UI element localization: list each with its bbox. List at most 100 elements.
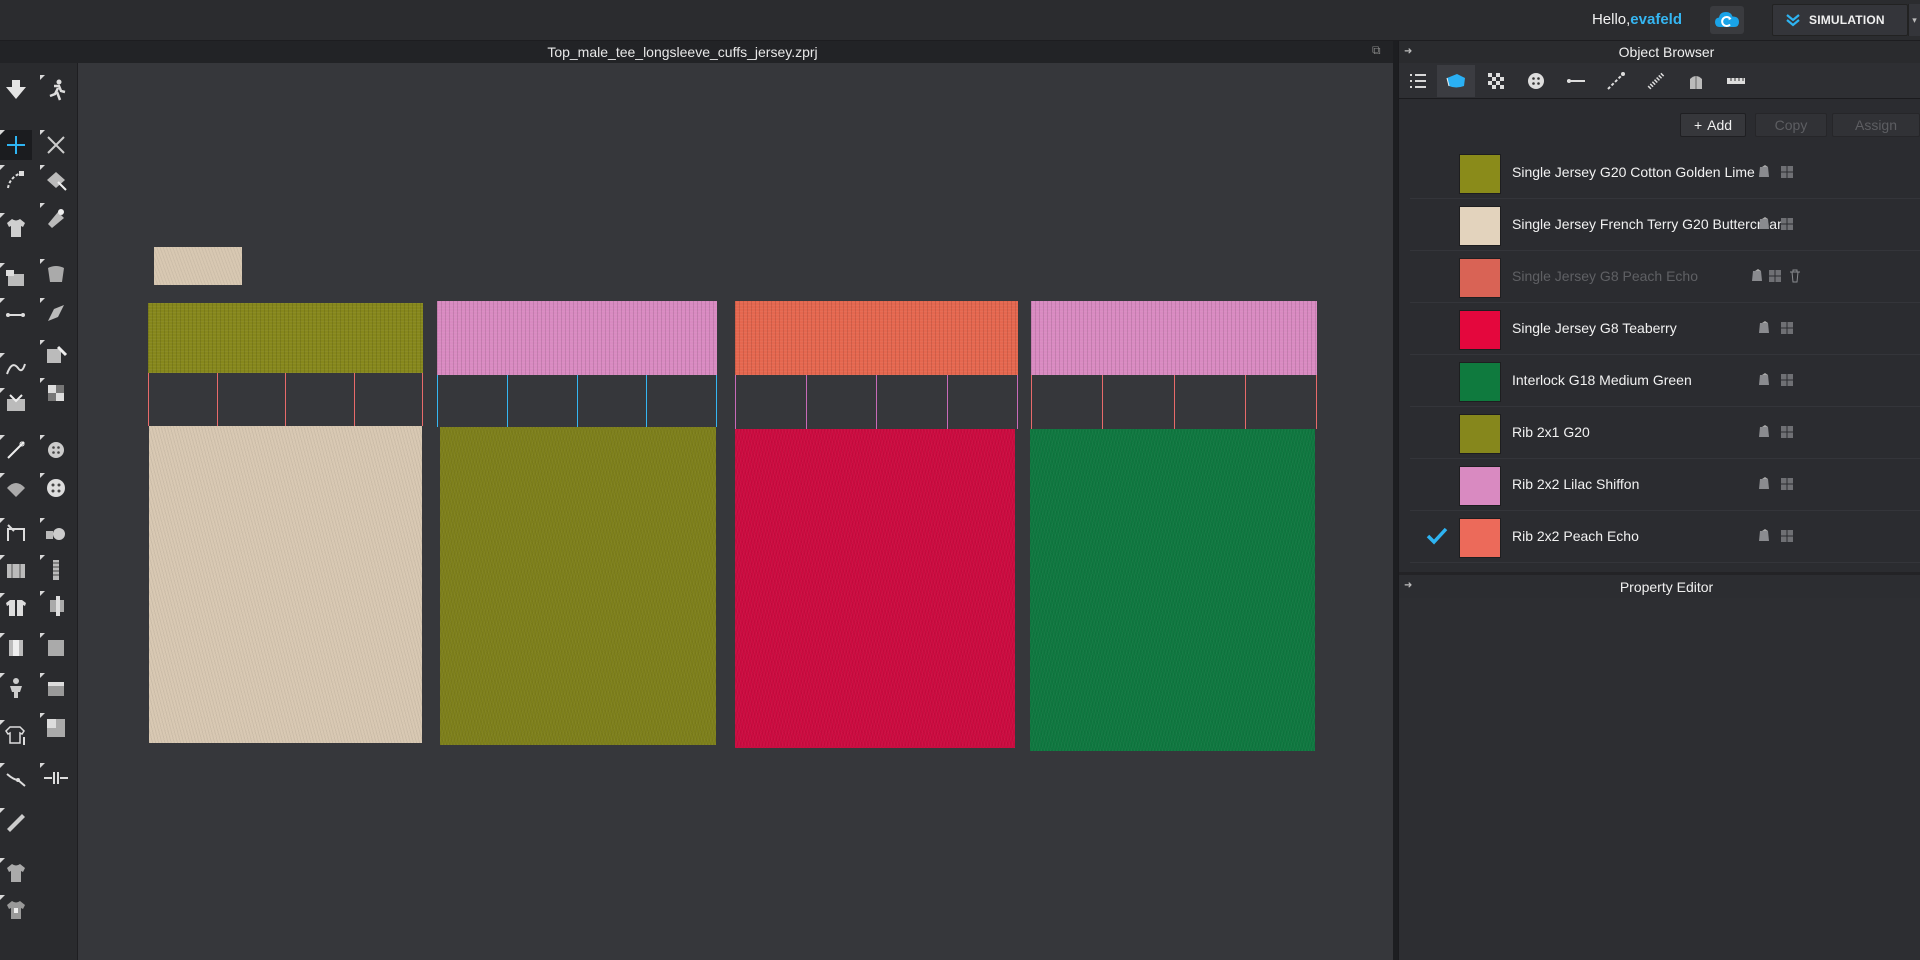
sewing-line[interactable] [646, 375, 648, 427]
symmetry-tool[interactable] [0, 593, 32, 623]
copy-button[interactable]: Copy [1755, 113, 1827, 137]
trim-tool[interactable] [40, 713, 72, 743]
tab-zipper[interactable] [1637, 65, 1675, 97]
pattern-icon[interactable] [1780, 529, 1794, 543]
texture-tool[interactable] [40, 340, 72, 370]
sewing-line[interactable] [422, 373, 423, 426]
fabric-list-item[interactable]: Rib 2x2 Peach Echo [1410, 511, 1920, 563]
pattern-icon[interactable] [1780, 373, 1794, 387]
sewing-line[interactable] [716, 375, 717, 427]
fabric-swatch[interactable] [1459, 310, 1501, 350]
copy-icon[interactable] [1757, 373, 1771, 387]
needle-tool[interactable] [0, 435, 32, 465]
tab-texture[interactable] [1477, 65, 1515, 97]
tab-topstitch[interactable] [1597, 65, 1635, 97]
cuff-piece-2[interactable] [437, 301, 717, 375]
segment-tool[interactable] [0, 263, 32, 293]
tab-buttonhole[interactable] [1557, 65, 1595, 97]
copy-icon[interactable] [1750, 269, 1764, 283]
graphic-shirt-tool[interactable] [0, 895, 32, 925]
select-mesh-tool[interactable] [40, 130, 72, 160]
sewing-line[interactable] [876, 375, 877, 429]
sewing-line[interactable] [353, 373, 355, 426]
sleeve-piece-4[interactable] [1030, 429, 1315, 751]
copy-icon[interactable] [1757, 321, 1771, 335]
tuck-tool[interactable] [0, 633, 32, 663]
fabric-list-item[interactable]: Single Jersey French Terry G20 Buttercre… [1410, 199, 1920, 251]
shrinkage-tool[interactable] [40, 259, 72, 289]
username-link[interactable]: evafeld [1630, 11, 1682, 28]
zipper-tool[interactable] [40, 555, 72, 585]
fabric-list-item[interactable]: Rib 2x2 Lilac Shiffon [1410, 459, 1920, 511]
pattern-icon[interactable] [1780, 321, 1794, 335]
sewing-line[interactable] [148, 373, 149, 426]
pattern-icon[interactable] [1780, 425, 1794, 439]
tab-button[interactable] [1517, 65, 1555, 97]
pattern-icon[interactable] [1780, 217, 1794, 231]
sleeve-piece-1[interactable] [149, 426, 422, 743]
fabric-list-item[interactable]: Interlock G18 Medium Green [1410, 355, 1920, 407]
assign-button[interactable]: Assign [1832, 113, 1920, 137]
simulation-button[interactable]: SIMULATION [1772, 4, 1908, 36]
sewing-line[interactable] [437, 375, 438, 427]
pattern-detail-tool[interactable] [0, 388, 32, 418]
cloud-sync-button[interactable] [1710, 6, 1744, 34]
sewing-line[interactable] [805, 375, 807, 429]
copy-icon[interactable] [1757, 217, 1771, 231]
shirt-measure-tool[interactable] [0, 720, 32, 750]
sewing-line[interactable] [1102, 375, 1104, 429]
pattern-icon[interactable] [1768, 269, 1782, 283]
sewing-line[interactable] [1316, 375, 1317, 429]
fabric-swatch[interactable] [1459, 258, 1501, 298]
pattern-viewport[interactable] [78, 63, 1393, 960]
pattern-icon[interactable] [1780, 477, 1794, 491]
pleat-tool[interactable] [0, 518, 32, 548]
fold-arrangement-tool[interactable] [40, 165, 72, 195]
tack-tool[interactable] [40, 203, 72, 233]
sewing-line[interactable] [576, 375, 578, 427]
fabric-swatch[interactable] [1459, 518, 1501, 558]
sleeve-piece-3[interactable] [735, 429, 1015, 748]
sleeve-piece-2[interactable] [440, 427, 716, 745]
graphic-tool[interactable] [40, 378, 72, 408]
edit-pattern-tool[interactable] [0, 130, 32, 160]
fabric-list-item[interactable]: Rib 2x1 G20 [1410, 407, 1920, 459]
sewing-line[interactable] [1031, 375, 1032, 429]
fabric-swatch[interactable] [1459, 414, 1501, 454]
garment-fit-tool[interactable] [0, 213, 32, 243]
sewing-line[interactable] [1244, 375, 1246, 429]
buttonhole-tool[interactable] [40, 518, 72, 548]
pattern-icon[interactable] [1780, 165, 1794, 179]
sewing-line[interactable] [1173, 375, 1175, 429]
tab-measure[interactable] [1717, 65, 1755, 97]
sewing-line[interactable] [216, 373, 218, 426]
cuff-piece-1[interactable] [148, 303, 423, 373]
fabric-list-item[interactable]: Single Jersey G20 Cotton Golden Lime [1410, 147, 1920, 199]
fabric-shirt-tool[interactable] [0, 858, 32, 888]
copy-icon[interactable] [1757, 477, 1771, 491]
tab-avatar[interactable] [1677, 65, 1715, 97]
sewing-line[interactable] [1017, 375, 1018, 429]
sewing-line[interactable] [285, 373, 286, 426]
small-pattern-piece[interactable] [154, 247, 242, 285]
sewing-line[interactable] [735, 375, 736, 429]
edit-curvature-tool[interactable] [0, 165, 32, 195]
fabric-swatch[interactable] [1459, 362, 1501, 402]
tab-fabric[interactable] [1437, 65, 1475, 97]
copy-icon[interactable] [1757, 165, 1771, 179]
fabric-swatch[interactable] [1459, 206, 1501, 246]
button-select-tool[interactable] [40, 473, 72, 503]
copy-icon[interactable] [1757, 425, 1771, 439]
fabric-list-item[interactable]: Single Jersey G8 Peach Echo [1410, 251, 1920, 303]
add-button[interactable]: + Add [1680, 113, 1746, 137]
tab-list[interactable] [1399, 65, 1437, 97]
button-tool[interactable] [40, 435, 72, 465]
internal-line-tool[interactable] [0, 298, 32, 328]
cuff-piece-3[interactable] [735, 301, 1018, 375]
measure-tool[interactable] [40, 763, 72, 793]
tape-tool[interactable] [40, 591, 72, 621]
simulation-dropdown[interactable]: ▾ [1908, 4, 1920, 36]
cuff-piece-4[interactable] [1031, 301, 1317, 375]
avatar-tool[interactable] [0, 673, 32, 703]
sewing-line[interactable] [506, 375, 508, 427]
